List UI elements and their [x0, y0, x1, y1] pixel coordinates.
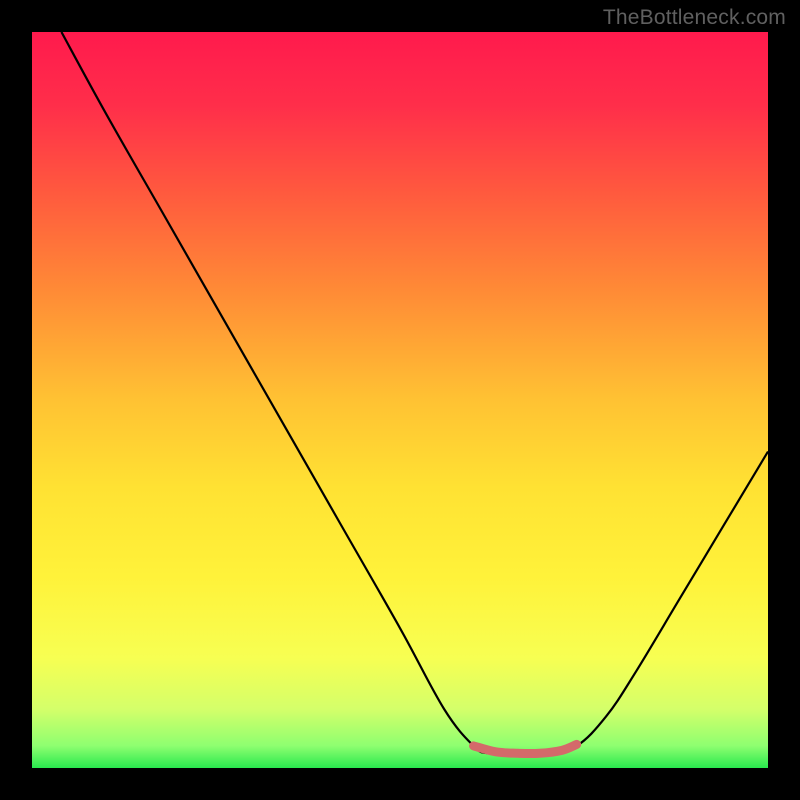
bottleneck-chart	[0, 0, 800, 800]
chart-stage: TheBottleneck.com	[0, 0, 800, 800]
plot-gradient-background	[32, 32, 768, 768]
watermark-text: TheBottleneck.com	[603, 6, 786, 30]
